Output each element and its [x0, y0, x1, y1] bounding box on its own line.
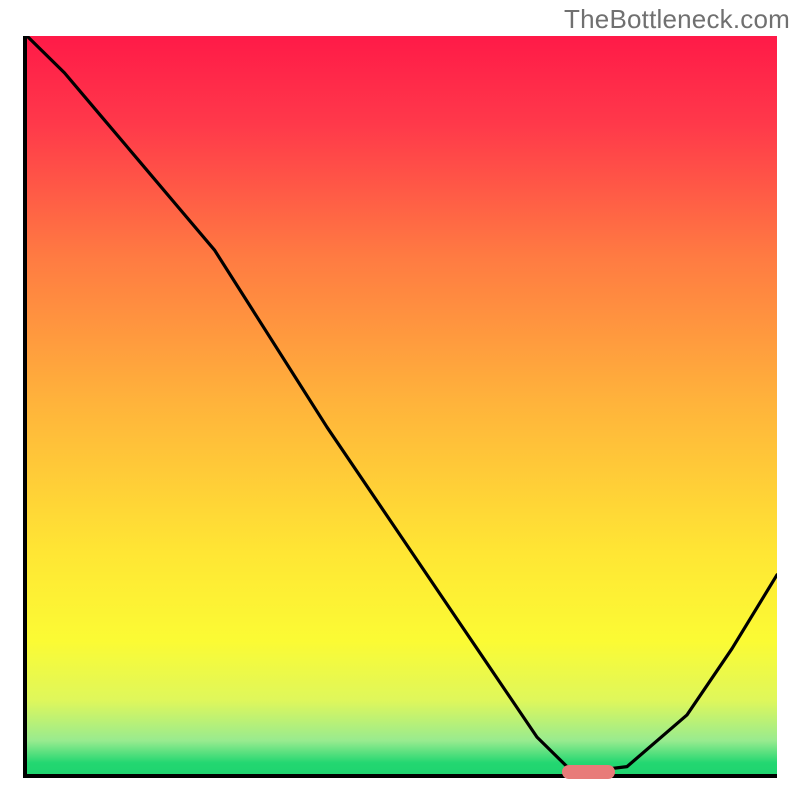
watermark-text: TheBottleneck.com [564, 4, 790, 35]
plot-area [23, 36, 777, 778]
optimal-marker [562, 765, 615, 779]
chart-container: TheBottleneck.com [0, 0, 800, 800]
bottleneck-curve [27, 36, 777, 774]
